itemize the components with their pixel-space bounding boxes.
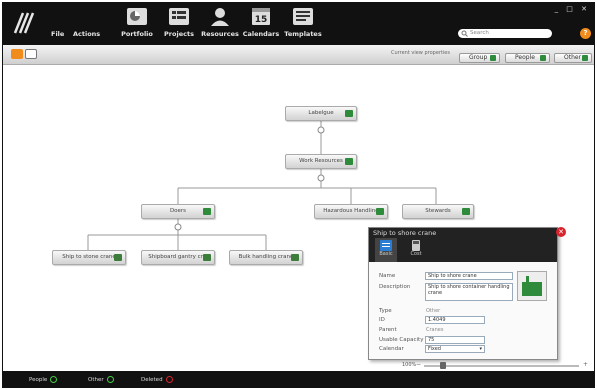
calendar-day: 15 bbox=[255, 15, 268, 25]
name-field[interactable]: Ship to shore crane bbox=[425, 272, 513, 280]
resource-icon bbox=[114, 254, 122, 261]
menu-actions[interactable]: Actions bbox=[73, 30, 100, 38]
description-field[interactable]: Ship to shore container handling crane bbox=[425, 283, 513, 301]
legend-people: People bbox=[29, 376, 58, 383]
org-node-ship-to-stone-crane[interactable]: Ship to stone crane bbox=[52, 250, 126, 265]
usable-capacity-label: Usable Capacity bbox=[379, 337, 424, 343]
app-logo-icon bbox=[13, 12, 35, 34]
help-button[interactable]: ? bbox=[580, 28, 591, 39]
group-icon bbox=[203, 208, 211, 215]
person-icon bbox=[462, 208, 470, 215]
other-button[interactable]: Other bbox=[554, 53, 592, 63]
zoom-slider[interactable] bbox=[424, 365, 579, 367]
resource-icon bbox=[291, 254, 299, 261]
window-controls[interactable]: _ □ ✕ bbox=[555, 5, 590, 13]
crane-icon bbox=[522, 276, 542, 296]
top-bar: File Actions Portfolio Projects Resource… bbox=[3, 3, 594, 45]
type-label: Type bbox=[379, 308, 392, 314]
id-field[interactable]: 1.4049 bbox=[425, 316, 485, 324]
basic-info-icon bbox=[380, 240, 392, 251]
toolbar: Current view properties Group People Oth… bbox=[3, 45, 594, 65]
nav-portfolio[interactable]: Portfolio bbox=[117, 7, 157, 38]
search-placeholder: Search bbox=[470, 30, 489, 36]
search-icon bbox=[461, 30, 468, 37]
group-button[interactable]: Group bbox=[459, 53, 500, 63]
nav-templates[interactable]: Templates bbox=[283, 7, 323, 38]
chevron-down-icon: ▾ bbox=[479, 346, 482, 352]
list-view-icon[interactable] bbox=[25, 49, 37, 59]
collapse-toggle-icon[interactable] bbox=[317, 126, 325, 134]
resource-icon bbox=[203, 254, 211, 261]
other-status-icon bbox=[106, 376, 114, 383]
view-properties-link[interactable]: Current view properties bbox=[391, 50, 450, 56]
group-icon bbox=[490, 55, 496, 61]
calendar-select[interactable]: Fixed ▾ bbox=[425, 345, 485, 353]
group-icon bbox=[376, 208, 384, 215]
resource-details-popup: Ship to shore crane Basic Cost Name Ship… bbox=[368, 227, 558, 360]
org-node-stewards[interactable]: Stewards bbox=[402, 204, 474, 219]
type-value: Other bbox=[426, 308, 441, 314]
parent-value: Cranes bbox=[426, 327, 444, 333]
legend-other: Other bbox=[88, 376, 114, 383]
app-window: File Actions Portfolio Projects Resource… bbox=[2, 2, 595, 388]
resources-icon bbox=[211, 8, 229, 26]
group-icon bbox=[345, 158, 353, 165]
org-node-root[interactable]: Labelgue bbox=[285, 106, 357, 121]
zoom-out-icon[interactable]: − bbox=[416, 361, 421, 368]
popup-title: Ship to shore crane bbox=[373, 229, 437, 237]
id-label: ID bbox=[379, 317, 385, 323]
popup-close-button[interactable]: ✕ bbox=[556, 227, 566, 237]
resource-image bbox=[517, 271, 547, 301]
zoom-level: 100% bbox=[402, 362, 417, 368]
nav-projects[interactable]: Projects bbox=[159, 7, 199, 38]
zoom-slider-handle[interactable] bbox=[439, 362, 446, 369]
name-label: Name bbox=[379, 273, 396, 279]
collapse-toggle-icon[interactable] bbox=[174, 223, 182, 231]
calendar-label: Calendar bbox=[379, 346, 404, 352]
parent-label: Parent bbox=[379, 327, 397, 333]
people-status-icon bbox=[50, 376, 58, 383]
legend-deleted: Deleted bbox=[141, 376, 173, 383]
portfolio-icon bbox=[127, 8, 147, 25]
calendar-icon: 15 bbox=[252, 8, 270, 25]
org-node-work-resources[interactable]: Work Resources bbox=[285, 154, 357, 169]
menu-file[interactable]: File bbox=[51, 30, 64, 38]
description-label: Description bbox=[379, 284, 411, 290]
nav-resources[interactable]: Resources bbox=[200, 7, 240, 38]
search-input[interactable]: Search bbox=[458, 29, 552, 38]
org-node-bulk-handling-crane[interactable]: Bulk handling crane bbox=[229, 250, 303, 265]
usable-capacity-field[interactable]: 75 bbox=[425, 336, 485, 344]
calculator-icon bbox=[412, 240, 420, 251]
collapse-toggle-icon[interactable] bbox=[317, 174, 325, 182]
tab-cost[interactable]: Cost bbox=[405, 238, 427, 262]
status-bar: People Other Deleted bbox=[3, 371, 594, 387]
deleted-status-icon bbox=[165, 376, 173, 383]
projects-icon bbox=[169, 8, 189, 25]
templates-icon bbox=[293, 8, 313, 25]
other-icon bbox=[582, 55, 588, 61]
zoom-in-icon[interactable]: + bbox=[583, 361, 588, 368]
org-node-hazardous-handling[interactable]: Hazardous Handling bbox=[314, 204, 388, 219]
org-node-doers[interactable]: Doers bbox=[141, 204, 215, 219]
tab-basic[interactable]: Basic bbox=[375, 238, 397, 262]
nav-calendars[interactable]: 15 Calendars bbox=[241, 7, 281, 38]
org-chart-view-icon[interactable] bbox=[11, 49, 23, 59]
person-icon bbox=[540, 55, 546, 61]
people-button[interactable]: People bbox=[505, 53, 550, 63]
popup-header: Ship to shore crane Basic Cost bbox=[369, 228, 557, 262]
group-icon bbox=[345, 110, 353, 117]
org-node-shipboard-gantry[interactable]: Shipboard gantry cr... bbox=[141, 250, 215, 265]
